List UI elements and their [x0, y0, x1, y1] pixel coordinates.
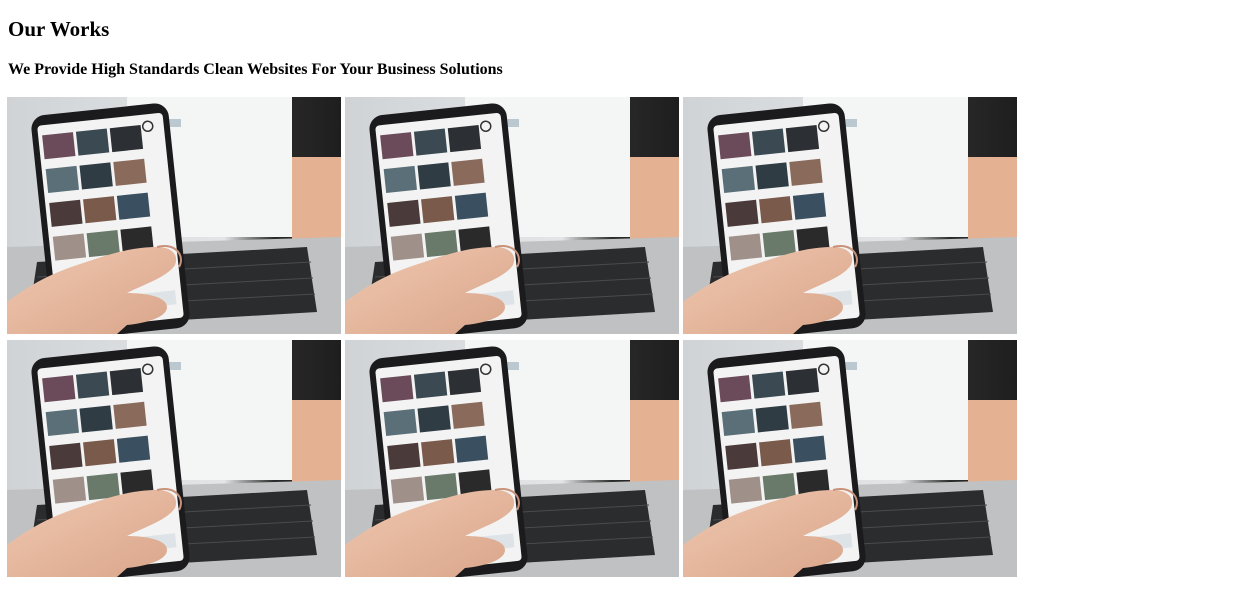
work-image-3 [683, 97, 1017, 334]
phone-photo-icon [345, 340, 679, 577]
work-image-4 [7, 340, 341, 577]
phone-photo-icon [683, 340, 1017, 577]
page-subtitle: We Provide High Standards Clean Websites… [8, 61, 503, 78]
work-image-2 [345, 97, 679, 334]
phone-photo-icon [345, 97, 679, 334]
work-image-1 [7, 97, 341, 334]
phone-photo-icon [7, 97, 341, 334]
phone-photo-icon [7, 340, 341, 577]
works-gallery [7, 97, 1018, 577]
work-image-6 [683, 340, 1017, 577]
work-image-5 [345, 340, 679, 577]
page-title: Our Works [8, 17, 110, 41]
phone-photo-icon [683, 97, 1017, 334]
